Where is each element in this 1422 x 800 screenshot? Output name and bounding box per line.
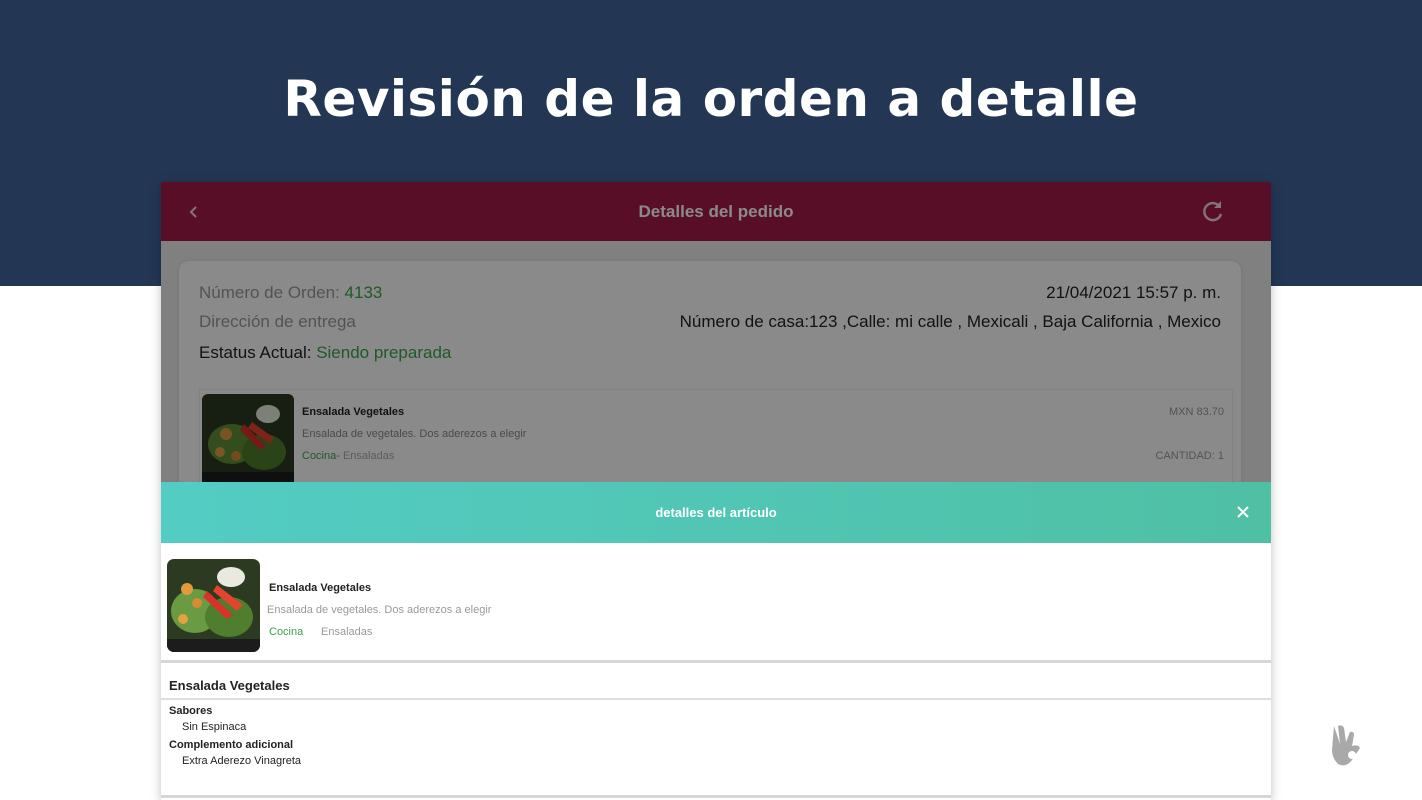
modal-section-title: Ensalada Vegetales <box>169 678 290 693</box>
modal-item-name: Ensalada Vegetales <box>269 582 372 594</box>
option-item: Sin Espinaca <box>182 721 247 733</box>
modal-item-description: Ensalada de vegetales. Dos aderezos a el… <box>267 604 492 616</box>
modal-options-list: Sabores Sin Espinaca Complemento adicion… <box>169 703 301 773</box>
modal-item-card: Ensalada Vegetales Ensalada de vegetales… <box>161 551 1271 663</box>
option-group-title: Sabores <box>169 705 213 717</box>
close-button[interactable] <box>1233 502 1253 522</box>
close-icon <box>1237 506 1249 518</box>
modal-item-category: Ensaladas <box>321 626 373 638</box>
hand-gesture-icon <box>1326 722 1366 768</box>
modal-item-kitchen: Cocina <box>269 626 304 638</box>
item-details-modal: detalles del artículo Ensalada Vegetales… <box>161 482 1271 800</box>
slide-title: Revisión de la orden a detalle <box>283 70 1139 128</box>
modal-title: detalles del artículo <box>655 505 777 520</box>
app-window: Detalles del pedido Número de Orden: 413… <box>161 182 1271 800</box>
modal-backdrop[interactable] <box>161 182 1271 482</box>
modal-section-header: Ensalada Vegetales <box>161 668 1271 700</box>
option-item: Extra Aderezo Vinagreta <box>182 755 302 767</box>
modal-item-image <box>167 559 260 652</box>
option-group-title: Complemento adicional <box>169 739 294 751</box>
modal-header: detalles del artículo <box>161 482 1271 543</box>
modal-divider <box>161 795 1271 798</box>
